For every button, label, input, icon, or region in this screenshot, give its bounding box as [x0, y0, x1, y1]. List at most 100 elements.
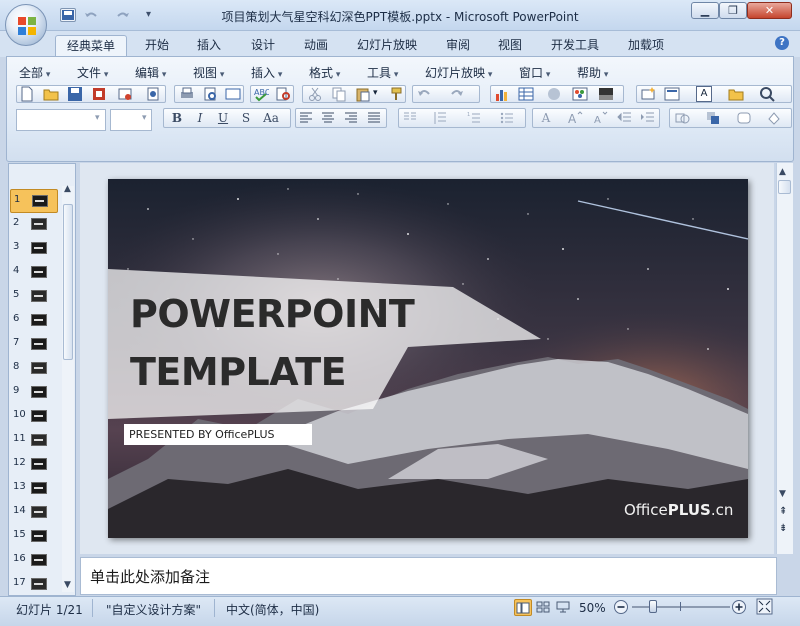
maximize-button[interactable]: ❐: [719, 2, 747, 19]
slide-canvas[interactable]: POWERPOINT TEMPLATE PRESENTED BY OfficeP…: [108, 179, 748, 538]
slide-scrollbar[interactable]: ▲ ▼ ⇞ ⇟: [776, 163, 793, 554]
menu-insert[interactable]: 插入: [251, 64, 282, 81]
text-box-icon[interactable]: A: [696, 86, 712, 102]
slide-thumbnail[interactable]: 9: [10, 381, 58, 405]
menu-slideshow[interactable]: 幻灯片放映: [425, 64, 492, 81]
tab-review[interactable]: 审阅: [446, 35, 470, 57]
shadow-button[interactable]: S: [236, 109, 256, 127]
grayscale-icon[interactable]: [598, 86, 614, 102]
table-icon[interactable]: [518, 86, 534, 102]
spelling-icon[interactable]: ABC: [253, 86, 269, 102]
normal-view-button[interactable]: [514, 599, 532, 616]
language-status[interactable]: 中文(简体，中国): [226, 601, 319, 618]
scroll-down-icon[interactable]: ▼: [64, 580, 71, 590]
slide-thumbnail[interactable]: 14: [10, 501, 58, 525]
slide-thumbnail[interactable]: 3: [10, 237, 58, 261]
slide-thumbnail[interactable]: 8: [10, 357, 58, 381]
format-painter-icon[interactable]: [389, 86, 405, 102]
scroll-up-icon[interactable]: ▲: [779, 167, 786, 177]
slide-thumbnail[interactable]: 15: [10, 525, 58, 549]
sorter-view-icon[interactable]: [536, 601, 550, 613]
new-slide-icon[interactable]: [640, 86, 656, 102]
zoom-slider-track[interactable]: [632, 606, 730, 608]
slide-icon[interactable]: [225, 86, 241, 102]
clipart-icon[interactable]: [546, 86, 562, 102]
change-case-button[interactable]: Aa: [259, 109, 283, 127]
zoom-in-icon[interactable]: [731, 599, 747, 615]
grow-font-icon[interactable]: A: [567, 110, 583, 126]
slide-thumbnail[interactable]: 2: [10, 213, 58, 237]
font-size-dropdown-icon[interactable]: ▾: [142, 113, 147, 123]
menu-edit[interactable]: 编辑: [135, 64, 166, 81]
scroll-up-icon[interactable]: ▲: [64, 184, 71, 194]
slide-thumbnail[interactable]: 1: [10, 189, 58, 213]
font-name-dropdown-icon[interactable]: ▾: [95, 113, 100, 123]
slide-title-line2[interactable]: TEMPLATE: [130, 350, 347, 394]
paste-dropdown-icon[interactable]: ▾: [373, 88, 378, 98]
align-left-icon[interactable]: [298, 110, 314, 126]
slide-scroll-thumb[interactable]: [778, 180, 791, 194]
slide-thumbnail[interactable]: 17: [10, 573, 58, 597]
open-icon[interactable]: [43, 86, 59, 102]
redo-toolbar-icon[interactable]: [449, 86, 465, 102]
menu-help[interactable]: 帮助: [577, 64, 608, 81]
tab-home[interactable]: 开始: [145, 35, 169, 57]
next-slide-icon[interactable]: ⇟: [779, 524, 787, 534]
menu-format[interactable]: 格式: [309, 64, 340, 81]
close-button[interactable]: ✕: [747, 2, 792, 19]
new-icon[interactable]: [19, 86, 35, 102]
shrink-font-icon[interactable]: A: [592, 110, 608, 126]
tab-design[interactable]: 设计: [251, 35, 275, 57]
cut-icon[interactable]: [307, 86, 323, 102]
columns-icon[interactable]: [402, 110, 418, 126]
zoom-icon[interactable]: [759, 86, 775, 102]
undo-icon[interactable]: [82, 8, 98, 22]
notes-placeholder[interactable]: 单击此处添加备注: [90, 566, 210, 587]
menu-file[interactable]: 文件: [77, 64, 108, 81]
permission-icon[interactable]: [91, 86, 107, 102]
increase-indent-icon[interactable]: [639, 110, 655, 126]
print-icon[interactable]: [179, 86, 195, 102]
font-color-button[interactable]: A: [536, 109, 556, 127]
slide-thumbnail[interactable]: 13: [10, 477, 58, 501]
copy-icon[interactable]: [331, 86, 347, 102]
slide-title-line1[interactable]: POWERPOINT: [130, 292, 415, 336]
underline-button[interactable]: U: [213, 109, 233, 127]
tab-insert[interactable]: 插入: [197, 35, 221, 57]
zoom-slider-thumb[interactable]: [649, 600, 657, 613]
tab-view[interactable]: 视图: [498, 35, 522, 57]
justify-icon[interactable]: [366, 110, 382, 126]
scroll-down-icon[interactable]: ▼: [779, 489, 786, 499]
redo-icon[interactable]: [114, 8, 130, 22]
help-icon[interactable]: ?: [775, 36, 789, 50]
save-file-icon[interactable]: [67, 86, 83, 102]
menu-window[interactable]: 窗口: [519, 64, 550, 81]
align-right-icon[interactable]: [343, 110, 359, 126]
tab-classic-menu[interactable]: 经典菜单: [55, 35, 127, 57]
arrange-icon[interactable]: [705, 110, 721, 126]
tab-animation[interactable]: 动画: [304, 35, 328, 57]
shape-fill-icon[interactable]: [766, 110, 782, 126]
tab-developer[interactable]: 开发工具: [551, 35, 599, 57]
chart-icon[interactable]: [494, 86, 510, 102]
theme-status[interactable]: "自定义设计方案": [106, 601, 201, 618]
menu-view[interactable]: 视图: [193, 64, 224, 81]
menu-tools[interactable]: 工具: [367, 64, 398, 81]
paste-icon[interactable]: [355, 86, 371, 102]
slide-thumbnail[interactable]: 7: [10, 333, 58, 357]
slide-thumbnail[interactable]: 10: [10, 405, 58, 429]
menu-all[interactable]: 全部: [19, 64, 50, 81]
slide-thumbnail[interactable]: 5: [10, 285, 58, 309]
tab-addins[interactable]: 加载项: [628, 35, 664, 57]
slide-thumbnail[interactable]: 12: [10, 453, 58, 477]
tab-slideshow[interactable]: 幻灯片放映: [357, 35, 417, 57]
bullets-icon[interactable]: [499, 110, 515, 126]
save-icon[interactable]: [60, 8, 76, 22]
color-icon[interactable]: [572, 86, 588, 102]
line-spacing-icon[interactable]: [432, 110, 448, 126]
print-preview-icon[interactable]: [202, 86, 218, 102]
undo-toolbar-icon[interactable]: [416, 86, 432, 102]
slides-pane-scroll-thumb[interactable]: [63, 204, 73, 360]
zoom-level[interactable]: 50%: [579, 601, 606, 615]
folder-icon[interactable]: [728, 86, 744, 102]
